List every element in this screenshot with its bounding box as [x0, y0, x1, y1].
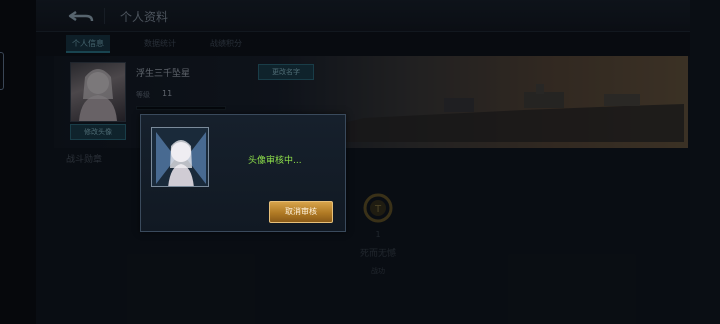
cancel-review-button[interactable]: 取消审核	[269, 201, 333, 223]
modal-overlay	[36, 0, 690, 324]
right-bezel	[690, 0, 720, 324]
pending-avatar	[151, 127, 209, 187]
game-screen: 个人资料 个人信息 数据统计 战绩积分 修改头像 浮生三千坠星 更改名字 等级 …	[0, 0, 720, 324]
review-status-text: 头像审核中...	[248, 156, 302, 166]
pending-avatar-portrait-icon	[152, 128, 208, 186]
avatar-review-dialog: 头像审核中... 取消审核	[140, 114, 346, 232]
side-handle	[0, 52, 4, 90]
left-bezel	[0, 0, 36, 324]
